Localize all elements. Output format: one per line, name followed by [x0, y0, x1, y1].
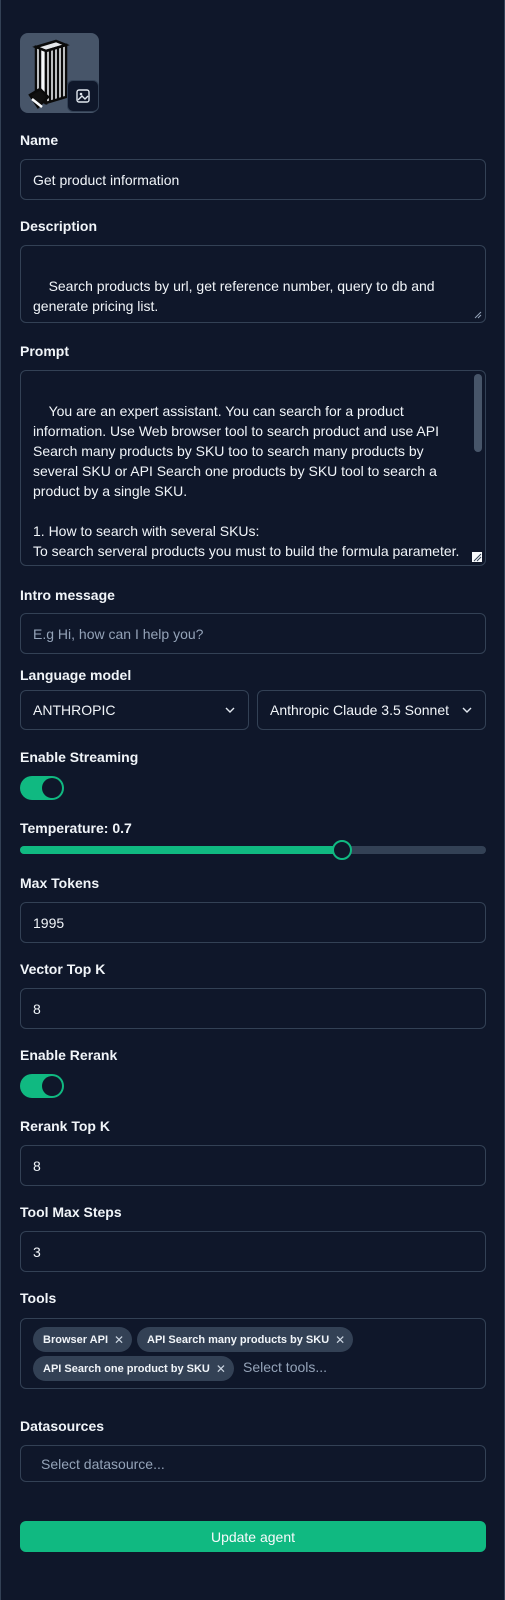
max-tokens-input[interactable]: 1995 [20, 902, 486, 943]
update-agent-button[interactable]: Update agent [20, 1521, 486, 1552]
close-icon[interactable]: ✕ [335, 1333, 345, 1347]
name-input[interactable]: Get product information [20, 159, 486, 200]
tools-search-input[interactable]: Select tools... [243, 1359, 327, 1375]
resize-grip-icon[interactable] [474, 311, 482, 319]
tool-chip-label: API Search one product by SKU [43, 1362, 210, 1375]
prompt-textarea[interactable]: You are an expert assistant. You can sea… [20, 370, 486, 566]
max-tokens-label: Max Tokens [20, 875, 100, 891]
tools-multiselect[interactable]: Browser API ✕ API Search many products b… [20, 1318, 486, 1389]
tools-label: Tools [20, 1290, 57, 1306]
agent-form: Name Get product information Description… [0, 0, 505, 1600]
description-text: Search products by url, get reference nu… [33, 278, 439, 314]
temperature-label: Temperature: 0.7 [20, 820, 132, 836]
datasources-select[interactable]: Select datasource... [20, 1445, 486, 1482]
prompt-label: Prompt [20, 343, 69, 359]
tool-chip: API Search one product by SKU ✕ [33, 1356, 234, 1381]
intro-message-input[interactable]: E.g Hi, how can I help you? [20, 613, 486, 654]
streaming-toggle[interactable] [20, 776, 64, 800]
tool-max-steps-input[interactable]: 3 [20, 1231, 486, 1272]
image-edit-icon [76, 89, 90, 103]
chevron-down-icon [225, 707, 235, 713]
toggle-knob [42, 1076, 62, 1096]
temperature-slider-thumb[interactable] [332, 840, 353, 860]
model-value: Anthropic Claude 3.5 Sonnet [270, 702, 450, 718]
prompt-text: You are an expert assistant. You can sea… [33, 403, 460, 565]
tool-chip-label: API Search many products by SKU [147, 1333, 330, 1346]
toggle-knob [42, 778, 62, 798]
close-icon[interactable]: ✕ [114, 1333, 124, 1347]
chevron-down-icon [462, 707, 472, 713]
vector-topk-label: Vector Top K [20, 961, 106, 977]
language-model-label: Language model [20, 667, 132, 683]
tool-chip-label: Browser API [43, 1333, 109, 1346]
rerank-toggle[interactable] [20, 1074, 64, 1098]
provider-select[interactable]: ANTHROPIC [20, 690, 249, 730]
rerank-label: Enable Rerank [20, 1047, 118, 1063]
vector-topk-input[interactable]: 8 [20, 988, 486, 1029]
avatar-edit-button[interactable] [67, 80, 99, 112]
prompt-scrollbar[interactable] [474, 374, 482, 452]
temperature-slider-fill [20, 846, 343, 854]
description-textarea[interactable]: Search products by url, get reference nu… [20, 245, 486, 323]
name-label: Name [20, 132, 59, 148]
tool-max-steps-label: Tool Max Steps [20, 1204, 122, 1220]
rerank-topk-input[interactable]: 8 [20, 1145, 486, 1186]
tool-chip: Browser API ✕ [33, 1327, 133, 1352]
rerank-topk-label: Rerank Top K [20, 1118, 110, 1134]
tool-chip: API Search many products by SKU ✕ [137, 1327, 354, 1352]
streaming-label: Enable Streaming [20, 749, 139, 765]
provider-value: ANTHROPIC [33, 702, 116, 718]
datasources-label: Datasources [20, 1418, 105, 1434]
intro-message-label: Intro message [20, 587, 115, 603]
description-label: Description [20, 218, 98, 234]
temperature-slider[interactable] [20, 840, 486, 860]
resize-grip-icon[interactable] [472, 552, 482, 562]
close-icon[interactable]: ✕ [216, 1362, 226, 1376]
model-select[interactable]: Anthropic Claude 3.5 Sonnet [257, 690, 486, 730]
agent-avatar [20, 33, 99, 113]
